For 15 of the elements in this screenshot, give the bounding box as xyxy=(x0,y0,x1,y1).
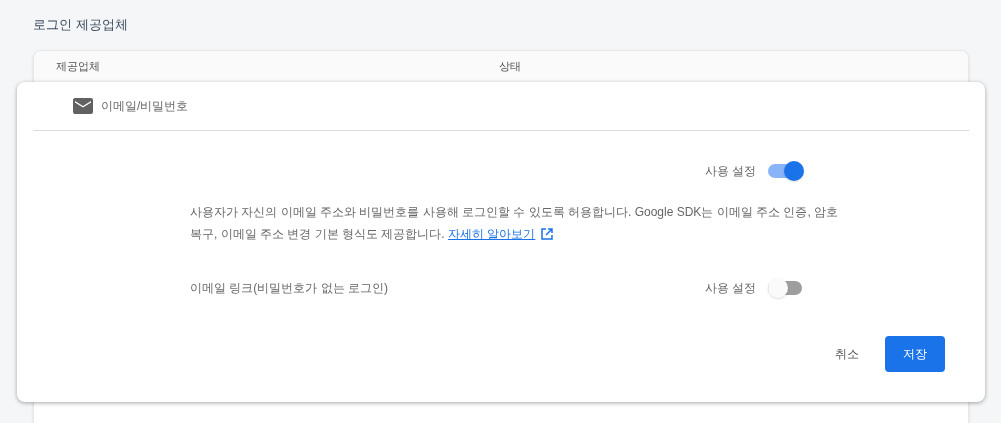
toggle-switch[interactable] xyxy=(768,278,804,298)
cancel-button[interactable]: 취소 xyxy=(823,336,871,372)
column-header: 상태 xyxy=(499,59,521,72)
section-title: 로그인 제공업체 xyxy=(33,17,128,32)
toggle-switch[interactable] xyxy=(768,161,804,181)
learn-more-link[interactable]: 자세히 알아보기 xyxy=(448,227,536,241)
toggle-label: 사용 설정 xyxy=(704,163,756,180)
description: 사용자가 자신의 이메일 주소와 비밀번호를 사용해 로그인할 수 있도록 허용합니다. Google SDK는 이메일 주소 인증, 암호 복구, 이메일 주소 변경 기본 형식도 제공합니다. 자세히 알아보기 xyxy=(190,204,840,243)
provider-name: 이메일/비밀번호 xyxy=(101,98,189,115)
save-button[interactable]: 저장 xyxy=(885,336,945,372)
column-header: 제공업체 xyxy=(56,59,100,72)
mail-icon xyxy=(73,98,93,114)
external-link-icon xyxy=(541,228,554,240)
option-label: 이메일 링크(비밀번호가 없는 로그인) xyxy=(190,280,389,297)
toggle-label: 사용 설정 xyxy=(704,280,756,297)
